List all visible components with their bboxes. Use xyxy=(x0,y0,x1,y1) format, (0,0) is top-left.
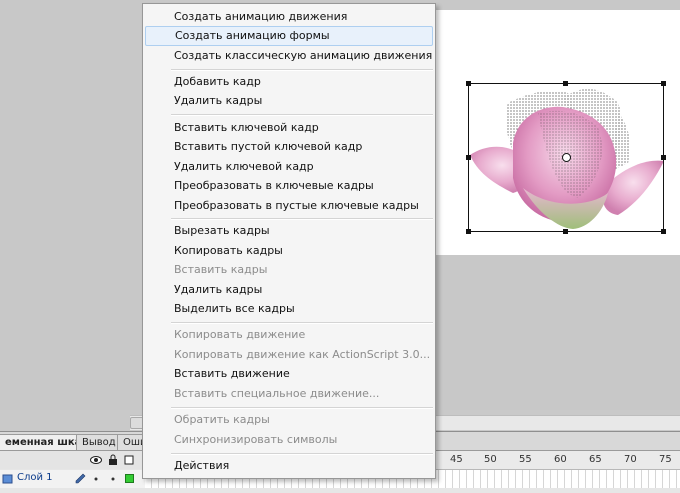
lock-icon[interactable] xyxy=(108,454,118,466)
layer-header xyxy=(0,451,145,469)
visibility-dot-icon[interactable] xyxy=(94,477,98,481)
menu-separator xyxy=(171,407,433,409)
menu-item-create-motion-tween[interactable]: Создать анимацию движения xyxy=(145,7,433,27)
transform-handle[interactable] xyxy=(563,81,568,86)
menu-item-create-shape-tween[interactable]: Создать анимацию формы xyxy=(145,26,433,46)
eye-icon[interactable] xyxy=(90,455,102,465)
menu-item-paste-motion[interactable]: Вставить движение xyxy=(145,364,433,384)
menu-item-remove-frames[interactable]: Удалить кадры xyxy=(145,91,433,111)
outline-icon[interactable] xyxy=(124,455,134,465)
menu-item-reverse-frames[interactable]: Обратить кадры xyxy=(145,410,433,430)
menu-item-cut-frames[interactable]: Вырезать кадры xyxy=(145,221,433,241)
layer-icon xyxy=(2,474,13,484)
menu-item-insert-keyframe[interactable]: Вставить ключевой кадр xyxy=(145,118,433,138)
menu-item-copy-motion[interactable]: Копировать движение xyxy=(145,325,433,345)
menu-item-clear-keyframe[interactable]: Удалить ключевой кадр xyxy=(145,157,433,177)
ruler-label: 65 xyxy=(589,454,602,465)
transform-center-point[interactable] xyxy=(562,153,571,162)
menu-item-convert-to-blank-keyframes[interactable]: Преобразовать в пустые ключевые кадры xyxy=(145,196,433,216)
transform-handle[interactable] xyxy=(466,229,471,234)
transform-handle[interactable] xyxy=(466,81,471,86)
transform-handle[interactable] xyxy=(466,155,471,160)
tab-output[interactable]: Вывод xyxy=(76,434,122,450)
menu-item-convert-to-keyframes[interactable]: Преобразовать в ключевые кадры xyxy=(145,176,433,196)
context-menu: Создать анимацию движения Создать анимац… xyxy=(142,3,436,479)
menu-item-paste-frames[interactable]: Вставить кадры xyxy=(145,260,433,280)
transform-handle[interactable] xyxy=(661,229,666,234)
menu-separator xyxy=(171,322,433,324)
ruler-label: 60 xyxy=(554,454,567,465)
menu-item-insert-blank-keyframe[interactable]: Вставить пустой ключевой кадр xyxy=(145,137,433,157)
pencil-icon xyxy=(75,473,86,484)
layer-row[interactable]: Слой 1 xyxy=(0,470,145,488)
transform-handle[interactable] xyxy=(661,155,666,160)
ruler-label: 70 xyxy=(624,454,637,465)
transform-handle[interactable] xyxy=(563,229,568,234)
menu-item-clear-frames[interactable]: Удалить кадры xyxy=(145,280,433,300)
ruler-label: 75 xyxy=(659,454,672,465)
menu-separator xyxy=(171,453,433,455)
menu-item-actions[interactable]: Действия xyxy=(145,456,433,476)
ruler-label: 55 xyxy=(519,454,532,465)
layer-name[interactable]: Слой 1 xyxy=(17,472,53,483)
menu-item-create-classic-tween[interactable]: Создать классическую анимацию движения xyxy=(145,46,433,66)
menu-item-synchronize-symbols[interactable]: Синхронизировать символы xyxy=(145,430,433,450)
ruler-label: 45 xyxy=(450,454,463,465)
transform-handle[interactable] xyxy=(661,81,666,86)
lock-dot-icon[interactable] xyxy=(111,477,115,481)
menu-item-copy-frames[interactable]: Копировать кадры xyxy=(145,241,433,261)
menu-separator xyxy=(171,69,433,71)
menu-separator xyxy=(171,218,433,220)
menu-item-select-all-frames[interactable]: Выделить все кадры xyxy=(145,299,433,319)
layer-color-swatch[interactable] xyxy=(125,474,134,483)
menu-item-copy-motion-as-actionscript[interactable]: Копировать движение как ActionScript 3.0… xyxy=(145,345,433,365)
tab-label: Вывод xyxy=(82,437,116,448)
ruler-label: 50 xyxy=(484,454,497,465)
menu-separator xyxy=(171,114,433,116)
menu-item-paste-motion-special[interactable]: Вставить специальное движение... xyxy=(145,384,433,404)
menu-item-insert-frame[interactable]: Добавить кадр xyxy=(145,72,433,92)
